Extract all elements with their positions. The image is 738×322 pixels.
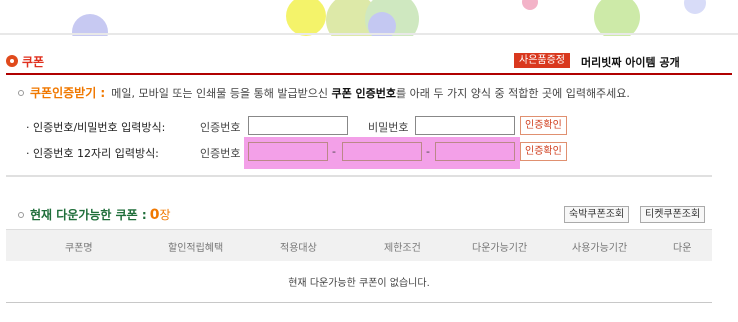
code-label: 인증번호 <box>200 121 241 134</box>
table-bottom-rule <box>6 302 712 303</box>
bullet-icon <box>18 90 24 96</box>
auth-desc-bold: 쿠폰 인증번호 <box>331 87 397 100</box>
section-divider <box>6 73 732 75</box>
col-header: 적용대상 <box>280 243 317 254</box>
empty-message: 현재 다운가능한 쿠폰이 없습니다. <box>288 278 430 289</box>
coupon-count-unit: 장 <box>159 208 171 222</box>
confirm-button-2[interactable]: 인증확인 <box>520 142 567 161</box>
password-label: 비밀번호 <box>368 121 409 134</box>
auth-line-code-password: · 인증번호/비밀번호 입력방식: 인증번호 비밀번호 인증확인 <box>26 116 586 136</box>
coupon-count: 0 <box>149 207 160 223</box>
section-bullet-icon <box>6 55 18 67</box>
section-separator <box>6 175 712 177</box>
decorative-banner <box>0 0 738 36</box>
auth-desc-post: 를 아래 두 가지 양식 중 적합한 곳에 입력해주세요. <box>396 87 630 100</box>
auth-title: 쿠폰인증받기 : <box>30 86 106 100</box>
auth-intro: 쿠폰인증받기 : 메일, 모바일 또는 인쇄물 등을 통해 발급받으신 쿠폰 인증… <box>18 84 630 100</box>
col-header: 다운 <box>673 243 692 254</box>
stay-coupon-search-button[interactable]: 숙박쿠폰조회 <box>564 206 630 223</box>
current-coupons-title: 현재 다운가능한 쿠폰 : <box>30 208 147 222</box>
banner-dot <box>522 0 538 10</box>
banner-dot <box>594 0 640 36</box>
col-header: 할인적립혜택 <box>168 243 224 254</box>
line2-label: · 인증번호 12자리 입력방식: <box>26 147 159 160</box>
gift-badge[interactable]: 사은품증정 <box>514 53 570 68</box>
bullet-icon <box>18 212 24 218</box>
code-label-2: 인증번호 <box>200 147 241 160</box>
coupon-table-header: 쿠폰명 할인적립혜택 적용대상 제한조건 다운가능기간 사용가능기간 다운 <box>6 229 712 261</box>
code-input[interactable] <box>248 116 348 135</box>
coupon-section-header: 쿠폰 사은품증정 머리빗짜 아이템 공개 <box>6 52 732 72</box>
confirm-button-1[interactable]: 인증확인 <box>520 116 567 135</box>
col-header: 제한조건 <box>384 243 421 254</box>
code-part-1-input[interactable] <box>248 142 328 161</box>
ticket-coupon-search-button[interactable]: 티켓쿠폰조회 <box>640 206 706 223</box>
gift-item-link[interactable]: 머리빗짜 아이템 공개 <box>581 54 680 70</box>
banner-dot <box>286 0 326 36</box>
auth-line-12digit: · 인증번호 12자리 입력방식: 인증번호 - - 인증확인 <box>26 142 586 162</box>
code-part-3-input[interactable] <box>435 142 515 161</box>
code-part-2-input[interactable] <box>342 142 422 161</box>
auth-description: 메일, 모바일 또는 인쇄물 등을 통해 발급받으신 쿠폰 인증번호를 아래 두… <box>111 87 630 100</box>
current-coupons-header: 현재 다운가능한 쿠폰 :0장 <box>18 206 171 223</box>
dash-separator: - <box>332 145 336 158</box>
dash-separator: - <box>426 145 430 158</box>
banner-dot <box>684 0 706 14</box>
banner-divider <box>0 33 738 35</box>
line1-label: · 인증번호/비밀번호 입력방식: <box>26 121 166 134</box>
col-header: 사용가능기간 <box>572 243 628 254</box>
col-header: 다운가능기간 <box>472 243 528 254</box>
password-input[interactable] <box>415 116 515 135</box>
section-title: 쿠폰 <box>22 55 45 69</box>
auth-desc-pre: 메일, 모바일 또는 인쇄물 등을 통해 발급받으신 <box>111 87 328 100</box>
col-header: 쿠폰명 <box>65 243 93 254</box>
